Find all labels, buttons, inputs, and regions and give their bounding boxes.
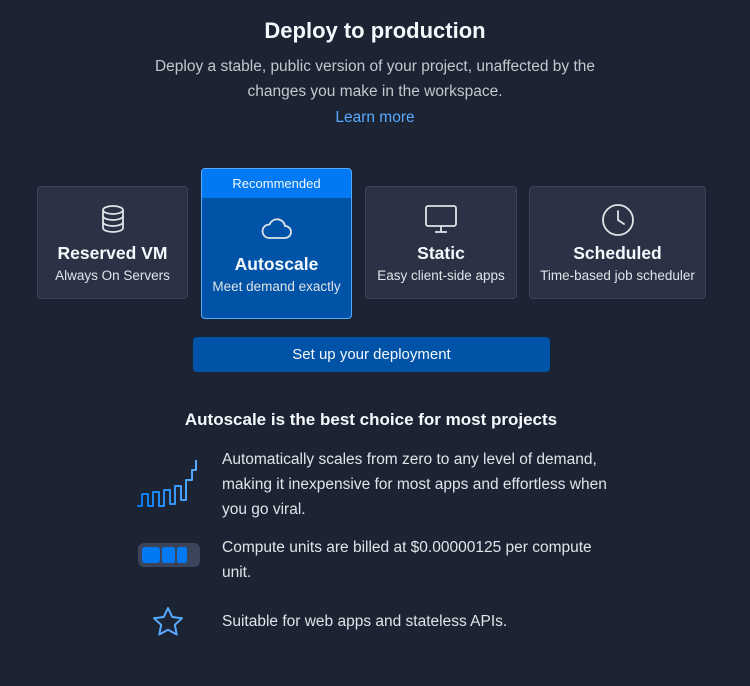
database-icon [38, 203, 187, 235]
feature-text: Automatically scales from zero to any le… [222, 451, 607, 518]
option-description: Time-based job scheduler [540, 268, 695, 283]
option-description: Easy client-side apps [377, 268, 505, 283]
deployment-option-reserved-vm[interactable]: Reserved VM Always On Servers [37, 186, 188, 299]
deployment-option-scheduled[interactable]: Scheduled Time-based job scheduler [529, 186, 706, 299]
option-name: Scheduled [573, 243, 662, 263]
cloud-icon [202, 214, 351, 246]
monitor-icon [366, 203, 516, 235]
compute-units-icon [137, 542, 201, 568]
recommended-badge: Recommended [202, 169, 351, 198]
option-description: Always On Servers [55, 268, 170, 283]
learn-more-link[interactable]: Learn more [0, 109, 750, 127]
feature-text: Suitable for web apps and stateless APIs… [222, 613, 508, 630]
clock-icon [530, 203, 705, 236]
deployment-option-autoscale[interactable]: Recommended Autoscale Meet demand exactl… [201, 168, 352, 319]
option-name: Reserved VM [57, 243, 168, 263]
star-icon [150, 605, 186, 639]
option-name: Autoscale [234, 254, 319, 274]
demand-graph-icon [136, 460, 202, 508]
recommendation-heading: Autoscale is the best choice for most pr… [184, 410, 558, 429]
feature-text: Compute units are billed at $0.00000125 … [222, 539, 592, 581]
deployment-option-static[interactable]: Static Easy client-side apps [365, 186, 517, 299]
option-description: Meet demand exactly [212, 279, 341, 294]
page-subtitle: Deploy a stable, public version of your … [154, 58, 595, 100]
set-up-deployment-button[interactable]: Set up your deployment [193, 337, 550, 372]
page-title: Deploy to production [264, 18, 486, 43]
option-name: Static [417, 243, 465, 263]
